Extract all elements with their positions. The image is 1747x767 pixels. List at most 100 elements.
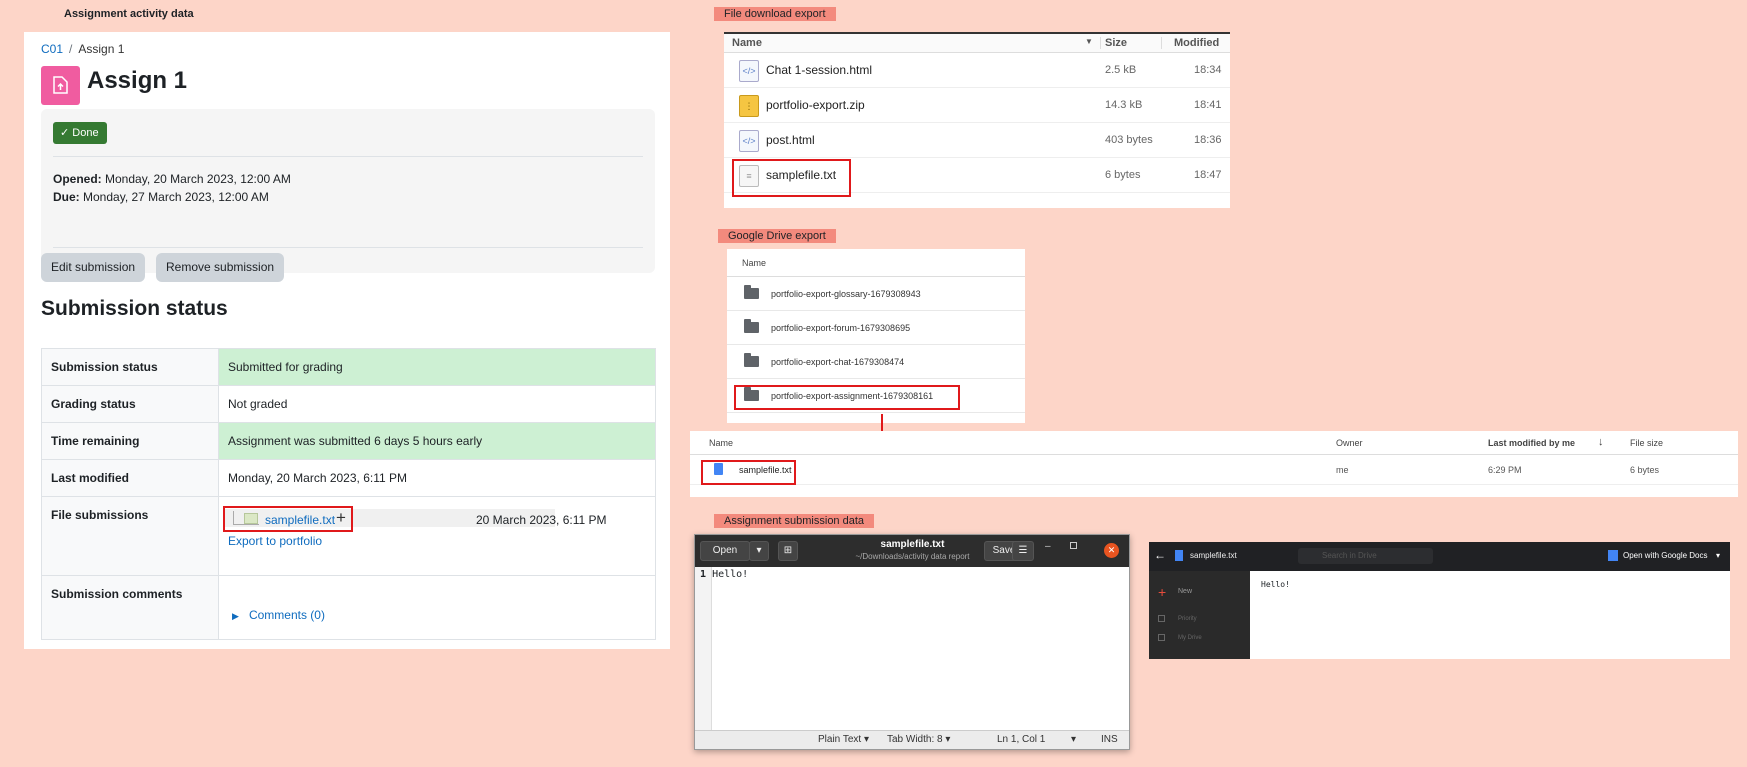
file-row[interactable]: </> post.html 403 bytes 18:36 [724,123,1230,158]
column-name[interactable]: Name [709,438,733,448]
file-row[interactable]: ⋮ portfolio-export.zip 14.3 kB 18:41 [724,88,1230,123]
breadcrumb-current: Assign 1 [78,42,125,56]
file-modified: 18:47 [1194,169,1222,181]
divider [53,156,643,157]
drive-file-list: Name Owner Last modified by me ↓ File si… [690,431,1738,497]
table-row: Grading status Not graded [41,385,656,423]
maximize-icon[interactable] [1070,542,1077,549]
open-with-docs-button[interactable]: Open with Google Docs [1608,549,1718,565]
assignment-activity-label: Assignment activity data [64,8,194,20]
activity-dates: Opened: Monday, 20 March 2023, 12:00 AM … [53,170,291,206]
sidebar-item-my-drive[interactable]: My Drive [1178,635,1202,641]
row-label: Time remaining [41,422,219,460]
done-badge: ✓ Done [53,122,107,144]
column-owner[interactable]: Owner [1336,438,1363,448]
column-last-modified[interactable]: Last modified by me [1488,438,1575,448]
submission-status-heading: Submission status [41,297,228,320]
tab-width-label: Tab Width: 8 [887,734,943,745]
open-button[interactable]: Open [700,541,750,561]
new-button[interactable]: New [1178,588,1192,595]
column-name[interactable]: Name [742,258,766,268]
remove-submission-button[interactable]: Remove submission [156,253,285,282]
file-download-label: File download export [714,7,836,21]
search-input[interactable]: Search in Drive [1298,548,1433,564]
editor-header-bar: Open ▾ ⊞ samplefile.txt ~/Downloads/acti… [695,535,1129,567]
highlight-box [223,506,353,532]
assignment-panel: C01 / Assign 1 Assign 1 ✓ Done Opened: Mon… [24,32,670,649]
caret-right-icon[interactable]: ▶ [232,611,239,621]
folder-name: portfolio-export-chat-1679308474 [771,357,905,367]
done-badge-label: Done [72,127,99,139]
tab-width-selector[interactable]: Tab Width: 8 ▾ [887,734,950,745]
close-icon[interactable]: ✕ [1104,543,1119,558]
zip-file-icon: ⋮ [739,95,759,117]
table-row: Last modified Monday, 20 March 2023, 6:1… [41,459,656,497]
file-row[interactable]: </> Chat 1-session.html 2.5 kB 18:34 [724,53,1230,88]
drive-icon [1158,634,1165,641]
file-owner: me [1336,465,1349,475]
comments-cell: ▶ Comments (0) [218,575,656,640]
breadcrumb-separator: / [69,42,73,56]
minimize-icon[interactable]: – [1045,541,1051,552]
chevron-down-icon[interactable]: ▾ [749,541,769,561]
divider [53,247,643,248]
due-value: Monday, 27 March 2023, 12:00 AM [83,190,269,204]
chevron-down-icon[interactable]: ▾ [1716,551,1720,560]
file-size: 2.5 kB [1105,64,1137,76]
file-modified: 18:34 [1194,64,1222,76]
file-size: 6 bytes [1105,169,1141,181]
folder-name: portfolio-export-glossary-1679308943 [771,289,921,299]
opened-label: Opened: [53,172,102,186]
preview-header-bar: ← samplefile.txt Search in Drive Open wi… [1149,542,1730,571]
breadcrumb-course-link[interactable]: C01 [41,42,63,56]
language-selector[interactable]: Plain Text ▾ [818,734,869,745]
open-with-docs-label: Open with Google Docs [1623,551,1708,560]
table-row: Submission status Submitted for grading [41,348,656,386]
folder-icon [744,285,759,299]
sort-down-icon[interactable]: ▼ [1085,37,1093,46]
row-value: Submitted for grading [218,348,656,386]
menu-icon[interactable]: ☰ [1012,541,1034,561]
folder-row[interactable]: portfolio-export-glossary-1679308943 [727,277,1025,311]
edit-submission-button[interactable]: Edit submission [41,253,146,282]
line-number: 1 [700,569,707,580]
table-row: Submission comments ▶ Comments (0) [41,575,656,640]
line-number-gutter [695,567,712,730]
editor-text-area[interactable]: 1 Hello! [700,569,748,580]
file-name: Chat 1-session.html [766,63,873,77]
comments-link[interactable]: Comments (0) [249,608,325,622]
arrow-down-icon[interactable]: ↓ [1598,436,1604,448]
row-label: Submission status [41,348,219,386]
column-modified[interactable]: Modified [1161,37,1219,49]
drive-folder-list: Name portfolio-export-glossary-167930894… [727,249,1025,423]
folder-row[interactable]: portfolio-export-chat-1679308474 [727,345,1025,379]
submitted-file-date: 20 March 2023, 6:11 PM [476,513,607,527]
row-label: File submissions [41,496,219,576]
due-label: Due: [53,190,80,204]
file-list-header: Name Owner Last modified by me ↓ File si… [690,431,1738,455]
html-file-icon: </> [739,130,759,152]
check-box-icon [1158,615,1165,622]
plus-icon: + [1158,584,1167,600]
submission-status-table: Submission status Submitted for grading … [41,348,656,640]
insert-mode: INS [1101,734,1118,745]
new-tab-icon[interactable]: ⊞ [778,541,798,561]
editor-status-bar: Plain Text ▾ Tab Width: 8 ▾ Ln 1, Col 1 … [695,730,1129,749]
file-size: 403 bytes [1105,134,1153,146]
row-value: Monday, 20 March 2023, 6:11 PM [218,459,656,497]
column-file-size[interactable]: File size [1630,438,1663,448]
column-name[interactable]: Name [732,37,762,49]
chevron-down-icon[interactable]: ▾ [1071,734,1076,745]
folder-row[interactable]: portfolio-export-forum-1679308695 [727,311,1025,345]
back-arrow-icon[interactable]: ← [1154,548,1166,562]
export-to-portfolio-link[interactable]: Export to portfolio [228,534,322,548]
activity-dates-box: ✓ Done Opened: Monday, 20 March 2023, 12… [41,109,655,273]
file-row[interactable]: samplefile.txt me 6:29 PM 6 bytes [690,455,1738,485]
file-manager-list: Name ▼ Size Modified </> Chat 1-session.… [724,32,1230,208]
highlight-box [734,385,960,410]
column-size[interactable]: Size [1100,37,1127,49]
file-size: 6 bytes [1630,465,1660,475]
row-value: Assignment was submitted 6 days 5 hours … [218,422,656,460]
row-label: Submission comments [41,575,219,640]
sidebar-item-priority[interactable]: Priority [1178,616,1197,622]
